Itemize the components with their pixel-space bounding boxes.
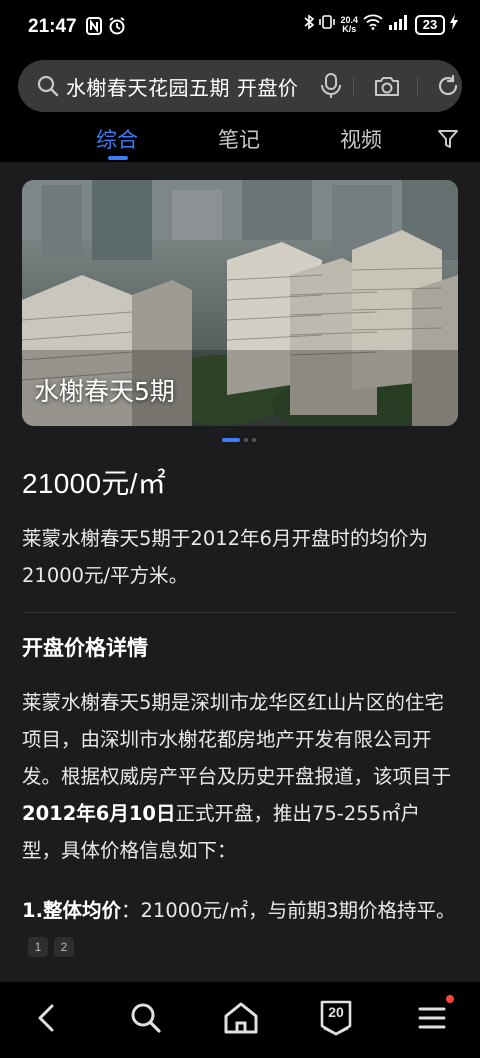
menu-icon	[418, 1007, 446, 1029]
search-divider-2	[417, 76, 418, 96]
network-speed: 20.4 K/s	[340, 15, 358, 34]
detail-text-before: 莱蒙水榭春天5期是深圳市龙华区红山片区的住宅项目，由深圳市水榭花都房地产开发有限…	[22, 691, 452, 788]
status-right: 20.4 K/s 23	[304, 14, 458, 35]
detail-paragraph: 莱蒙水榭春天5期是深圳市龙华区红山片区的住宅项目，由深圳市水榭花都房地产开发有限…	[22, 684, 458, 869]
back-button[interactable]	[28, 998, 68, 1038]
bluetooth-icon	[304, 14, 315, 35]
battery-level: 23	[415, 14, 445, 35]
list-item-text: ：21000元/㎡，与前期3期价格持平。	[121, 899, 456, 922]
microphone-icon[interactable]	[320, 72, 342, 104]
citation-1[interactable]: 1	[28, 937, 48, 957]
nfc-icon	[86, 17, 102, 35]
menu-button[interactable]	[412, 995, 454, 1038]
citation-2[interactable]: 2	[54, 937, 74, 957]
carousel-indicator	[222, 438, 256, 442]
search-nav-button[interactable]	[126, 998, 166, 1038]
home-button[interactable]	[221, 998, 261, 1038]
refresh-icon[interactable]	[436, 74, 460, 102]
carousel-dot	[244, 438, 248, 442]
status-bar: 21:47 20.4 K/s 23	[0, 0, 480, 56]
list-item-index: 1.	[22, 899, 43, 922]
result-tabs: 综合 笔记 视频	[0, 118, 480, 162]
search-bar[interactable]: 水榭春天花园五期 开盘价	[18, 60, 462, 112]
search-icon	[36, 74, 60, 102]
alarm-icon	[108, 17, 125, 35]
filter-icon[interactable]	[437, 128, 459, 154]
tabs-button[interactable]: 20	[316, 998, 356, 1038]
carousel-dot	[252, 438, 256, 442]
answer-panel: 水榭春天5期 21000元/㎡ 莱蒙水榭春天5期于2012年6月开盘时的均价为2…	[0, 162, 480, 982]
status-left-icons	[86, 17, 125, 35]
opening-date: 2012年6月10日	[22, 802, 176, 825]
status-time: 21:47	[28, 16, 77, 37]
hero-image[interactable]: 水榭春天5期	[22, 180, 458, 426]
wifi-icon	[363, 14, 383, 35]
notification-dot	[446, 995, 454, 1003]
active-tab-indicator	[108, 156, 128, 160]
section-heading: 开盘价格详情	[22, 636, 148, 660]
list-item: 1.整体均价：21000元/㎡，与前期3期价格持平。 1 2	[22, 892, 458, 966]
tab-notes[interactable]: 笔记	[218, 124, 260, 154]
charging-icon	[450, 14, 458, 35]
tab-videos[interactable]: 视频	[340, 124, 382, 154]
tab-comprehensive[interactable]: 综合	[96, 124, 138, 154]
vibrate-icon	[319, 14, 336, 35]
carousel-dot-active	[222, 438, 240, 442]
camera-icon[interactable]	[373, 74, 401, 102]
cellular-signal-icon	[388, 14, 410, 35]
section-divider	[22, 612, 458, 613]
list-item-label: 整体均价	[42, 899, 121, 922]
bottom-nav: 20	[0, 982, 480, 1058]
tab-count: 20	[328, 1004, 344, 1020]
network-speed-unit: K/s	[342, 23, 357, 34]
summary-text: 莱蒙水榭春天5期于2012年6月开盘时的均价为21000元/平方米。	[22, 527, 428, 587]
search-icon	[131, 1003, 161, 1033]
price-headline: 21000元/㎡	[22, 468, 167, 499]
hero-caption: 水榭春天5期	[34, 377, 175, 406]
search-input[interactable]: 水榭春天花园五期 开盘价	[66, 72, 316, 100]
search-divider	[353, 76, 354, 96]
home-icon	[224, 1002, 258, 1034]
